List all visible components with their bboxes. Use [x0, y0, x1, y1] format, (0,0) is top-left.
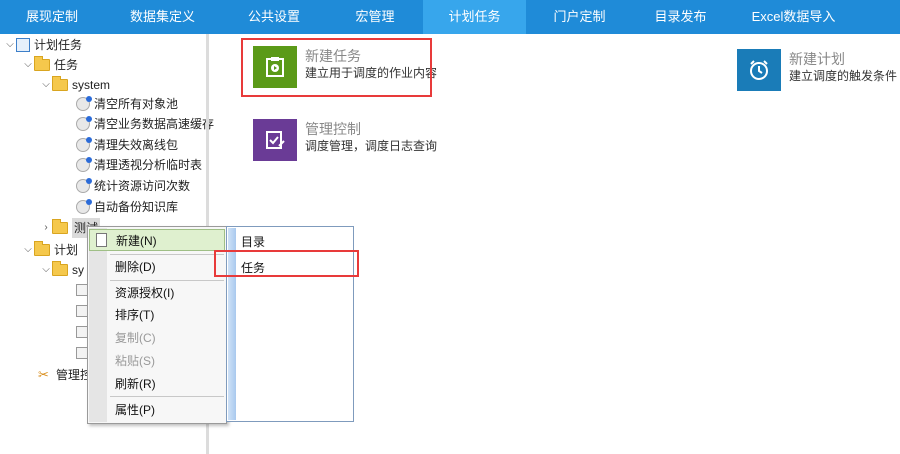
menu-item-copy[interactable]: 复制(C) [89, 327, 225, 349]
manage-tile[interactable]: 管理控制 调度管理，调度日志查询 [253, 119, 437, 161]
tree-node-system[interactable]: ⌵ system [40, 75, 110, 95]
tree-node-label: 计划 [54, 243, 79, 257]
menu-item-properties[interactable]: 属性(P) [89, 399, 225, 421]
menu-item-label: 粘贴(S) [115, 354, 155, 368]
tab-scheduled-tasks[interactable]: 计划任务 [423, 0, 526, 34]
tree-root-label: 计划任务 [34, 38, 83, 52]
tree-task-item[interactable]: 清空所有对象池 [76, 94, 178, 114]
menu-item-label: 删除(D) [115, 260, 156, 274]
task-icon [76, 116, 92, 131]
menu-item-refresh[interactable]: 刷新(R) [89, 373, 225, 395]
tree-task-item[interactable]: 清理透视分析临时表 [76, 155, 202, 175]
tab-display-custom[interactable]: 展现定制 [0, 0, 104, 34]
task-icon [76, 199, 92, 214]
tree-node-label: 任务 [54, 58, 79, 72]
context-menu: 新建(N) 删除(D) 资源授权(I) 排序(T) 复制(C) 粘贴(S) 刷新… [87, 226, 227, 424]
collapse-arrow-icon[interactable]: ⌵ [22, 55, 34, 75]
menu-item-label: 新建(N) [116, 234, 157, 248]
task-submenu-highlight [214, 250, 359, 277]
menu-item-paste[interactable]: 粘贴(S) [89, 350, 225, 372]
top-nav: 展现定制 数据集定义 公共设置 宏管理 计划任务 门户定制 目录发布 Excel… [0, 0, 900, 34]
tree-node-plan[interactable]: ⌵ 计划 [22, 240, 78, 260]
tab-portal-custom[interactable]: 门户定制 [526, 0, 633, 34]
new-plan-title: 新建计划 [789, 51, 845, 67]
menu-item-label: 属性(P) [115, 403, 155, 417]
menu-separator [110, 280, 224, 281]
collapse-arrow-icon[interactable]: ⌵ [4, 35, 16, 55]
task-icon [76, 137, 92, 152]
tree-task-item[interactable]: 自动备份知识库 [76, 197, 178, 217]
menu-separator [110, 254, 224, 255]
menu-item-label: 复制(C) [115, 331, 156, 345]
tree-task-label: 清空业务数据高速缓存 [94, 117, 215, 131]
tree-node-label: system [72, 78, 111, 92]
tab-excel-import[interactable]: Excel数据导入 [728, 0, 859, 34]
new-plan-subtitle: 建立调度的触发条件 [789, 69, 898, 83]
tree-node-tasks[interactable]: ⌵ 任务 [22, 55, 78, 75]
task-icon [76, 96, 92, 111]
tree-root[interactable]: ⌵ 计划任务 [4, 35, 82, 55]
tree-task-item[interactable]: 清理失效离线包 [76, 135, 178, 155]
tools-icon: ✂ [38, 367, 49, 382]
edit-checklist-icon [253, 119, 297, 161]
tree-task-label: 清理透视分析临时表 [94, 158, 203, 172]
new-document-icon [96, 233, 107, 247]
menu-separator [110, 396, 224, 397]
folder-icon [34, 56, 50, 71]
tree-task-label: 清理失效离线包 [94, 138, 179, 152]
menu-item-resource-auth[interactable]: 资源授权(I) [89, 282, 225, 304]
menu-item-new[interactable]: 新建(N) [89, 229, 225, 251]
tree-node-plan-system[interactable]: ⌵ sy [40, 260, 84, 280]
new-plan-tile[interactable]: 新建计划 建立调度的触发条件 [737, 49, 897, 91]
task-icon [76, 157, 92, 172]
alarm-clock-icon [737, 49, 781, 91]
expand-arrow-icon[interactable]: › [40, 218, 52, 238]
folder-icon [34, 241, 50, 256]
menu-item-sort[interactable]: 排序(T) [89, 304, 225, 326]
tree-task-label: 清空所有对象池 [94, 97, 179, 111]
folder-icon [52, 261, 68, 276]
task-icon [76, 178, 92, 193]
menu-item-label: 排序(T) [115, 308, 155, 322]
tab-macro-management[interactable]: 宏管理 [327, 0, 423, 34]
collapse-arrow-icon[interactable]: ⌵ [22, 240, 34, 260]
tree-node-label: sy [72, 263, 84, 277]
tab-public-settings[interactable]: 公共设置 [221, 0, 327, 34]
manage-subtitle: 调度管理，调度日志查询 [305, 139, 438, 153]
new-task-highlight [241, 38, 432, 97]
menu-item-label: 刷新(R) [115, 377, 156, 391]
tree-task-label: 统计资源访问次数 [94, 179, 191, 193]
tree-node-manage[interactable]: ✂ 管理控 [38, 365, 92, 385]
folder-icon [52, 76, 68, 91]
tree-task-label: 自动备份知识库 [94, 200, 179, 214]
manage-title: 管理控制 [305, 121, 361, 137]
folder-icon [52, 219, 68, 234]
tree-task-item[interactable]: 统计资源访问次数 [76, 176, 190, 196]
collapse-arrow-icon[interactable]: ⌵ [40, 260, 52, 280]
menu-item-label: 资源授权(I) [115, 286, 175, 300]
schedule-root-icon [16, 38, 30, 52]
tab-dataset-definition[interactable]: 数据集定义 [104, 0, 221, 34]
tree-task-item[interactable]: 清空业务数据高速缓存 [76, 114, 214, 134]
tab-catalog-publish[interactable]: 目录发布 [633, 0, 728, 34]
menu-item-delete[interactable]: 删除(D) [89, 256, 225, 278]
collapse-arrow-icon[interactable]: ⌵ [40, 75, 52, 95]
